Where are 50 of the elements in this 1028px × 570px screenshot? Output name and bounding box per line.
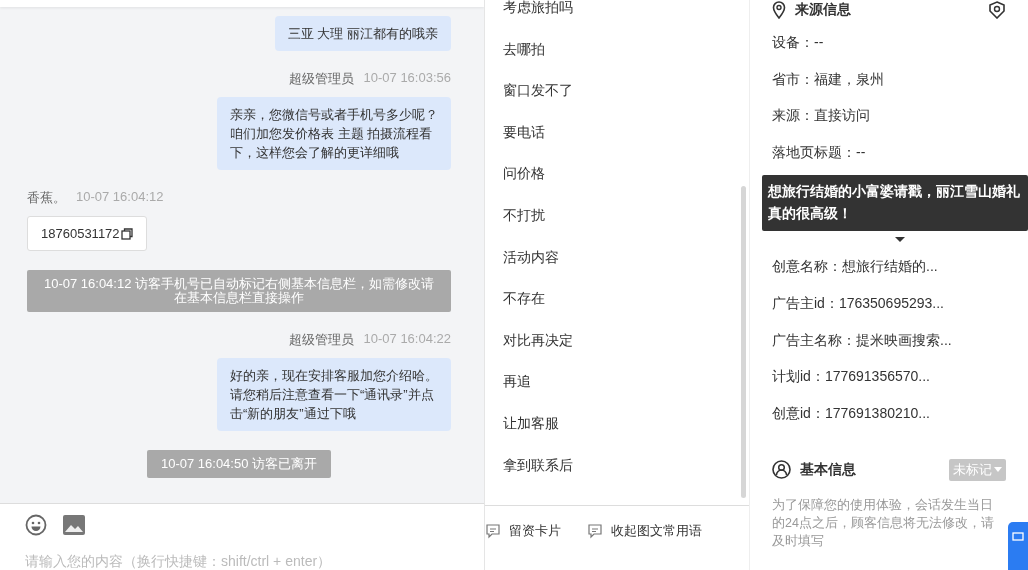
quick-reply-item[interactable]: 活动内容 (485, 236, 749, 279)
quick-reply-item[interactable]: 拿到联系后 (485, 444, 749, 487)
caret-icon (994, 467, 1002, 473)
info-row-text: 设备：-- (772, 33, 825, 52)
info-row-text: 落地页标题：-- (772, 143, 867, 163)
quick-reply-item[interactable]: 去哪拍 (485, 28, 749, 71)
info-row-text: 省市：福建，泉州 (772, 69, 885, 89)
quick-reply-item[interactable]: 问价格 (485, 153, 749, 195)
section-title: 基本信息 (800, 460, 856, 479)
sender-name: 香蕉。 (27, 189, 66, 207)
tooltip: 想旅行结婚的小富婆请戳，丽江雪山婚礼真的很高级！ (762, 174, 1028, 231)
message-bubble: 三亚 大理 丽江都有的哦亲 (274, 16, 451, 51)
location-pin-icon (772, 1, 786, 19)
system-notice: 10-07 16:04:50 访客已离开 (146, 450, 332, 478)
quick-reply-item[interactable]: 再追 (485, 361, 749, 403)
window-icon (1012, 532, 1024, 542)
quick-reply-item[interactable]: 要电话 (485, 111, 749, 154)
info-row-text: 来源：直接访问 (772, 106, 871, 126)
image-icon[interactable] (63, 515, 85, 535)
section-title: 来源信息 (795, 1, 851, 19)
quick-reply-item[interactable]: 不存在 (485, 278, 749, 320)
message-bubble: 亲亲，您微信号或者手机号多少呢？咱们加您发价格表 主题 拍摄流程看下，这样您会了解的更详细哦 (217, 97, 451, 170)
quick-reply-item[interactable]: 窗口发不了 (485, 70, 749, 112)
user-icon (772, 460, 791, 480)
notice-text: 为了保障您的使用体验，会话发生当日的24点之后，顾客信息将无法修改，请及时填写 (772, 496, 995, 550)
quick-reply-item[interactable]: 考虑旅拍吗 (485, 0, 749, 29)
message-icon (485, 523, 501, 539)
badge-icon[interactable] (988, 1, 1006, 19)
info-row-text: 计划id：177691356570... (772, 367, 931, 387)
copy-icon[interactable] (120, 227, 133, 240)
info-row-text: 广告主id：176350695293... (772, 293, 945, 313)
info-row-text: 广告主名称：提米映画搜索... (772, 330, 953, 350)
message-time: 10-07 16:04:22 (363, 331, 451, 348)
message-bubble: 好的亲，现在安排客服加您介绍哈。请您稍后注意查看一下“通讯录”并点击“新的朋友”通过下哦 (217, 358, 451, 431)
sender-name: 超级管理员 (288, 70, 354, 88)
quick-reply-item[interactable]: 对比再决定 (485, 319, 749, 362)
quick-reply-item[interactable]: 让加客服 (485, 402, 749, 445)
info-row-text: 创意id：177691380210... (772, 403, 931, 423)
toolbar-button[interactable]: 留资卡片 (485, 522, 561, 540)
system-notice: 10-07 16:04:12 访客手机号已自动标记右侧基本信息栏，如需修改请在基本信息栏直接操作 (27, 270, 451, 312)
chat-float-button[interactable] (1008, 522, 1028, 570)
sender-name: 超级管理员 (288, 331, 354, 349)
emoji-icon[interactable] (25, 514, 47, 536)
message-time: 10-07 16:04:12 (76, 189, 164, 206)
toolbar-button[interactable]: 收起图文常用语 (587, 522, 702, 540)
quick-reply-item[interactable]: 不打扰 (485, 194, 749, 237)
phone-card: 18760531172 (27, 216, 147, 251)
message-time: 10-07 16:03:56 (363, 70, 451, 87)
message-icon (587, 523, 603, 539)
info-row-text: 创意名称：想旅行结婚的... (772, 257, 939, 277)
